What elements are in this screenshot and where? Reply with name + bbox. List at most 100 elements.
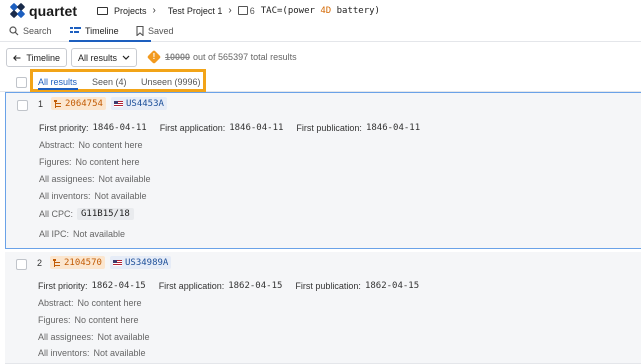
timeline-back-button[interactable]: Timeline <box>6 48 67 67</box>
first-priority-value: 1862-04-15 <box>91 281 146 291</box>
quartet-logo[interactable]: quartet <box>9 2 78 19</box>
results-info: ! 10000 out of 565397 total results <box>146 49 297 65</box>
result-checkbox[interactable] <box>16 259 27 270</box>
main-tabs: Search Timeline Saved <box>0 23 641 42</box>
abstract-label: Abstract: <box>38 298 74 308</box>
cpc-row: All CPC: G11B15/18 <box>39 208 134 220</box>
result-card[interactable]: 1 2064754 US4453A First priority: 1846-04… <box>5 92 641 249</box>
select-all-checkbox[interactable] <box>16 77 27 88</box>
breadcrumb-project[interactable]: Test Project 1 <box>168 6 223 16</box>
first-priority-label: First priority: <box>38 281 88 291</box>
result-index: 1 <box>38 99 44 109</box>
filter-seen[interactable]: Seen (4) <box>92 77 127 87</box>
folder-icon <box>97 6 108 15</box>
chevron-down-icon <box>122 55 130 60</box>
results-dropdown-value: All results <box>78 52 118 63</box>
query-number: 6 <box>249 5 255 16</box>
first-priority-label: First priority: <box>39 123 89 133</box>
result-index: 2 <box>37 258 43 268</box>
filter-unseen[interactable]: Unseen (9996) <box>141 77 201 87</box>
cpc-label: All CPC: <box>39 209 74 219</box>
assignees-row: All assignees: Not available <box>39 174 151 184</box>
first-priority-value: 1846-04-11 <box>92 123 147 133</box>
abstract-value: No content here <box>78 140 143 150</box>
family-id: 2064754 <box>65 98 103 109</box>
publication-badge[interactable]: US4453A <box>111 97 167 110</box>
abstract-value: No content here <box>77 298 142 308</box>
inventors-row: All inventors: Not available <box>39 191 147 201</box>
first-application-label: First application: <box>159 123 226 133</box>
publication-number: US34989A <box>125 257 169 268</box>
result-card[interactable]: 2 2104570 US34989A First priority: 1862-0… <box>5 252 641 364</box>
publication-number: US4453A <box>126 98 164 109</box>
ipc-row: All IPC: Not available <box>39 229 125 239</box>
tab-timeline-label: Timeline <box>85 26 119 36</box>
figures-row: Figures: No content here <box>39 157 140 167</box>
filter-all-results[interactable]: All results <box>38 77 77 87</box>
assignees-value: Not available <box>98 174 151 184</box>
family-tree-icon <box>53 258 61 267</box>
family-badge[interactable]: 2064754 <box>51 97 106 110</box>
results-dropdown[interactable]: All results <box>71 48 137 67</box>
first-publication-label: First publication: <box>295 281 361 291</box>
figures-label: Figures: <box>38 315 71 325</box>
warning-icon: ! <box>146 49 162 65</box>
query-suffix: battery) <box>331 5 380 16</box>
first-application-label: First application: <box>158 281 225 291</box>
logo-text: quartet <box>29 3 78 19</box>
query-icon <box>237 6 248 15</box>
inventors-value: Not available <box>93 348 146 358</box>
top-bar: quartet Projects › Test Project 1 › 6 TA… <box>0 0 641 24</box>
abstract-label: Abstract: <box>39 140 75 150</box>
inventors-label: All inventors: <box>38 348 90 358</box>
figures-value: No content here <box>75 157 140 167</box>
figures-value: No content here <box>74 315 139 325</box>
first-publication-label: First publication: <box>296 123 362 133</box>
first-publication-value: 1862-04-15 <box>364 281 420 291</box>
figures-label: Figures: <box>39 157 72 167</box>
abstract-row: Abstract: No content here <box>39 140 143 150</box>
tab-saved-label: Saved <box>148 26 174 36</box>
priority-row: First priority: 1846-04-11 First applicat… <box>39 123 433 133</box>
assignees-row: All assignees: Not available <box>38 332 150 342</box>
query-keyword: 4D <box>320 5 332 16</box>
publication-badge[interactable]: US34989A <box>110 256 172 269</box>
figures-row: Figures: No content here <box>38 315 139 325</box>
abstract-row: Abstract: No content here <box>38 298 142 308</box>
active-filter-indicator <box>38 88 78 90</box>
assignees-value: Not available <box>97 332 150 342</box>
ipc-value: Not available <box>73 229 126 239</box>
timeline-icon <box>70 27 81 33</box>
us-flag-icon <box>113 259 122 266</box>
tab-search[interactable]: Search <box>9 26 52 36</box>
assignees-label: All assignees: <box>38 332 94 342</box>
bookmark-icon <box>136 26 144 36</box>
breadcrumb-projects[interactable]: Projects <box>114 6 147 16</box>
us-flag-icon <box>114 100 123 107</box>
query-prefix: TAC=(power <box>260 5 321 16</box>
tab-timeline[interactable]: Timeline <box>70 26 119 36</box>
ipc-label: All IPC: <box>39 229 70 239</box>
family-tree-icon <box>54 99 62 108</box>
tab-saved[interactable]: Saved <box>136 26 174 36</box>
family-badge[interactable]: 2104570 <box>50 256 105 269</box>
first-application-value: 1862-04-15 <box>228 281 283 291</box>
arrow-left-icon <box>13 54 21 61</box>
tab-search-label: Search <box>23 26 52 36</box>
active-tab-indicator <box>69 40 151 42</box>
cpc-chip[interactable]: G11B15/18 <box>77 208 134 220</box>
inventors-label: All inventors: <box>39 191 91 201</box>
search-icon <box>9 26 19 36</box>
result-checkbox[interactable] <box>17 100 28 111</box>
inventors-value: Not available <box>94 191 147 201</box>
chevron-right-icon: › <box>228 5 232 16</box>
breadcrumb: Projects › Test Project 1 › 6 TAC=(power… <box>97 5 380 16</box>
first-publication-value: 1846-04-11 <box>365 123 421 133</box>
assignees-label: All assignees: <box>39 174 95 184</box>
inventors-row: All inventors: Not available <box>38 348 146 358</box>
family-id: 2104570 <box>64 257 102 268</box>
query-text[interactable]: TAC=(power 4D battery) <box>261 6 380 16</box>
result-count: 10000 <box>165 52 191 62</box>
quartet-logo-icon <box>9 2 26 19</box>
timeline-back-label: Timeline <box>26 52 60 63</box>
